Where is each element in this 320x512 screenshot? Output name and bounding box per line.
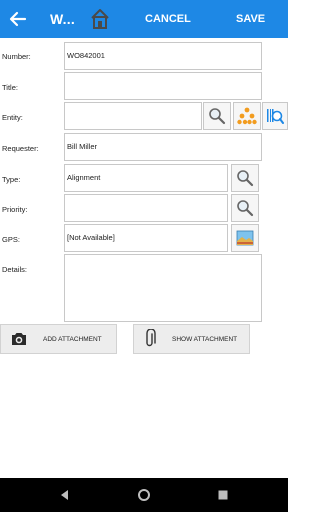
gps-label: GPS: (2, 235, 20, 244)
app-bar: W... CANCEL SAVE (0, 0, 288, 38)
type-field[interactable]: Alignment (64, 164, 228, 192)
back-arrow-icon[interactable] (8, 9, 28, 29)
barcode-search-icon (267, 109, 284, 124)
details-field[interactable] (64, 254, 262, 322)
add-attachment-label: ADD ATTACHMENT (43, 336, 102, 343)
gps-field[interactable]: [Not Available] (64, 224, 228, 252)
requester-field[interactable]: Bill Miller (64, 133, 262, 161)
title-label: Title: (2, 83, 18, 92)
number-field[interactable]: WO842001 (64, 42, 262, 70)
home-icon[interactable] (90, 8, 110, 30)
show-attachment-label: SHOW ATTACHMENT (172, 336, 238, 343)
page-title: W... (50, 11, 75, 27)
camera-icon (12, 333, 26, 345)
hierarchy-icon (237, 107, 257, 125)
entity-barcode-search-button[interactable] (262, 102, 288, 130)
cancel-button[interactable]: CANCEL (145, 13, 191, 25)
entity-search-button[interactable] (203, 102, 231, 130)
type-label: Type: (2, 175, 21, 184)
search-icon (209, 108, 226, 125)
nav-home-icon[interactable] (137, 488, 151, 502)
details-label: Details: (2, 265, 28, 274)
system-navigation-bar (0, 478, 288, 512)
nav-back-icon[interactable] (58, 488, 72, 502)
show-attachment-button[interactable]: SHOW ATTACHMENT (133, 324, 250, 354)
save-button[interactable]: SAVE (236, 13, 265, 25)
search-icon (237, 170, 254, 187)
entity-hierarchy-button[interactable] (233, 102, 261, 130)
priority-field[interactable] (64, 194, 228, 222)
requester-label: Requester: (2, 144, 39, 153)
entity-label: Entity: (2, 113, 23, 122)
map-icon (236, 230, 254, 246)
add-attachment-button[interactable]: ADD ATTACHMENT (0, 324, 117, 354)
number-label: Number: (2, 52, 31, 61)
search-icon (237, 200, 254, 217)
title-field[interactable] (64, 72, 262, 100)
type-search-button[interactable] (231, 164, 259, 192)
nav-recents-icon[interactable] (216, 488, 230, 502)
gps-map-button[interactable] (231, 224, 259, 252)
priority-search-button[interactable] (231, 194, 259, 222)
paperclip-icon (146, 329, 156, 347)
priority-label: Priority: (2, 205, 28, 214)
entity-field[interactable] (64, 102, 202, 130)
